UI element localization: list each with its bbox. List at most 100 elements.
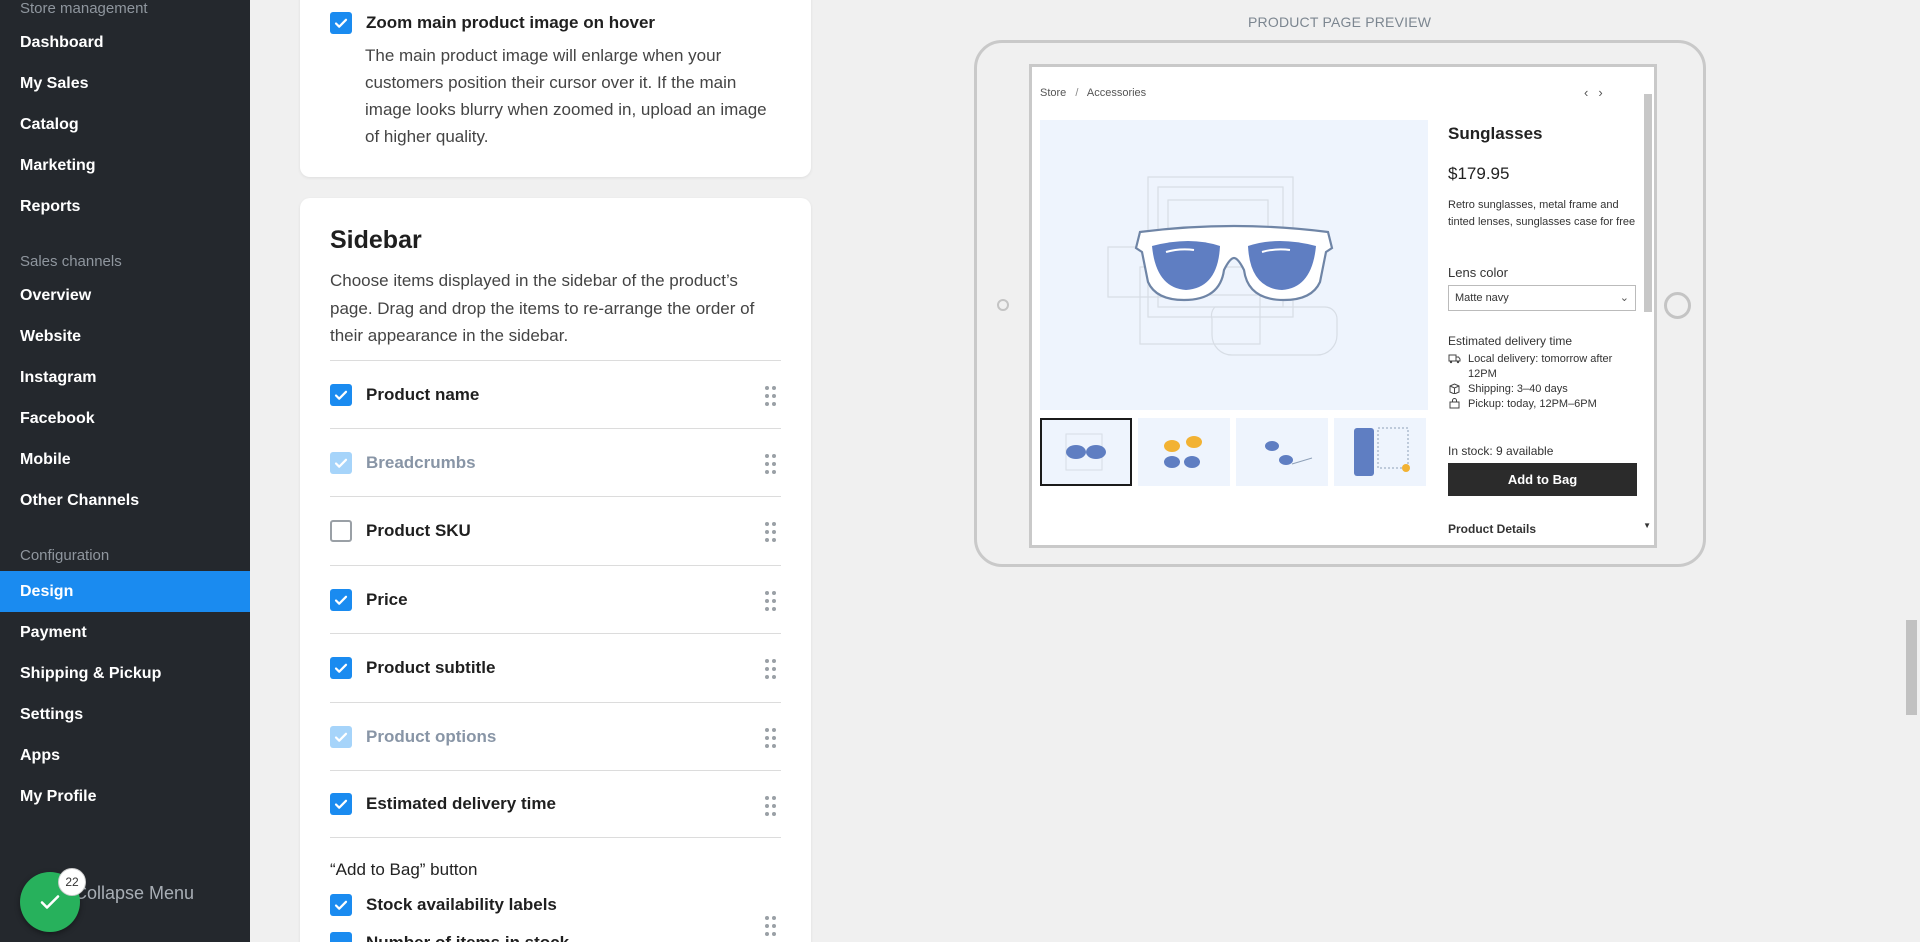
drag-handle-icon[interactable] (765, 386, 777, 406)
delivery-shipping: Shipping: 3–40 days (1448, 382, 1638, 397)
items-in-stock-checkbox[interactable] (330, 932, 352, 942)
product-name-checkbox[interactable] (330, 383, 352, 406)
page-scrollbar-thumb[interactable] (1906, 620, 1917, 715)
preview-breadcrumb: Store / Accessories (1040, 87, 1146, 99)
drag-handle-icon[interactable] (765, 728, 777, 748)
delivery-shipping-text: Shipping: 3–40 days (1468, 383, 1568, 395)
items-in-stock-row[interactable]: Number of items in stock (330, 932, 569, 942)
prev-arrow-icon[interactable]: ‹ (1584, 85, 1598, 100)
sidebar-item-website[interactable]: Website (0, 316, 250, 357)
lens-color-value: Matte navy (1455, 292, 1509, 304)
delivery-pickup-text: Pickup: today, 12PM–6PM (1468, 398, 1597, 410)
drag-handle-icon[interactable] (765, 454, 777, 474)
product-name: Sunglasses (1448, 124, 1543, 143)
product-sku-checkbox[interactable] (330, 519, 352, 542)
sidebar-section-store-management: Store management (20, 0, 148, 17)
sunglasses-illustration-icon (1107, 176, 1338, 356)
zoom-checkbox[interactable] (330, 12, 352, 34)
sidebar-item-row-product-sku[interactable]: Product SKU (330, 496, 781, 564)
row-label: Breadcrumbs (366, 452, 476, 472)
drag-handle-icon[interactable] (765, 659, 777, 679)
row-label: Price (366, 589, 408, 609)
sidebar-section-configuration: Configuration (20, 547, 110, 564)
sidebar-item-my-sales[interactable]: My Sales (0, 63, 250, 104)
row-label: Number of items in stock (366, 933, 569, 942)
sidebar-item-overview[interactable]: Overview (0, 275, 250, 316)
sidebar-item-row-breadcrumbs[interactable]: Breadcrumbs (330, 428, 781, 496)
drag-handle-icon[interactable] (765, 522, 777, 542)
check-icon (334, 458, 348, 468)
thumbnail-4[interactable] (1334, 418, 1426, 486)
zoom-option-title: Zoom main product image on hover (366, 13, 656, 32)
zoom-option-card: Zoom main product image on hover The mai… (300, 0, 811, 177)
thumbnail-2[interactable] (1138, 418, 1230, 486)
sidebar-item-facebook[interactable]: Facebook (0, 398, 250, 439)
delivery-local-text: Local delivery: tomorrow after 12PM (1468, 353, 1613, 380)
sidebar-item-catalog[interactable]: Catalog (0, 104, 250, 145)
sidebar-item-design[interactable]: Design (0, 571, 250, 612)
product-subtitle-checkbox[interactable] (330, 656, 352, 679)
sidebar-item-apps[interactable]: Apps (0, 735, 250, 776)
box-icon (1449, 383, 1460, 394)
lens-color-select[interactable]: Matte navy ⌄ (1448, 285, 1636, 311)
next-arrow-icon[interactable]: › (1598, 85, 1612, 100)
sidebar-item-my-profile[interactable]: My Profile (0, 776, 250, 817)
drag-handle-icon[interactable] (765, 916, 777, 936)
tablet-preview-frame: Store / Accessories ‹› Sunglasses $179.9… (974, 40, 1706, 567)
sidebar-item-row-product-subtitle[interactable]: Product subtitle (330, 633, 781, 701)
check-icon (334, 732, 348, 742)
estimated-delivery-checkbox[interactable] (330, 793, 352, 815)
sidebar-item-dashboard[interactable]: Dashboard (0, 22, 250, 63)
row-label: Product subtitle (366, 657, 496, 677)
collapse-menu-button[interactable]: Collapse Menu (74, 883, 194, 904)
preview-nav-arrows[interactable]: ‹› (1584, 85, 1613, 100)
drag-handle-icon[interactable] (765, 591, 777, 611)
check-icon (334, 663, 348, 673)
sidebar-item-row-estimated-delivery[interactable]: Estimated delivery time (330, 770, 781, 838)
home-button-icon (1664, 292, 1691, 319)
preview-scrollbar[interactable] (1644, 94, 1652, 312)
breadcrumbs-checkbox (330, 451, 352, 474)
sidebar-item-payment[interactable]: Payment (0, 612, 250, 653)
page-scrollbar[interactable] (1903, 0, 1920, 942)
notifications-button[interactable]: 22 (20, 868, 86, 932)
add-to-bag-button[interactable]: Add to Bag (1448, 463, 1637, 496)
check-icon (334, 900, 348, 910)
sidebar-item-row-product-name[interactable]: Product name (330, 360, 781, 428)
sidebar-item-mobile[interactable]: Mobile (0, 439, 250, 480)
product-details-heading: Product Details (1448, 522, 1537, 536)
sunglasses-side-thumbnail-icon (1265, 441, 1313, 465)
stock-label: In stock: 9 available (1448, 444, 1554, 458)
sidebar-item-row-price[interactable]: Price (330, 565, 781, 633)
stock-labels-checkbox[interactable] (330, 894, 352, 916)
sidebar-settings-title: Sidebar (330, 226, 422, 254)
sidebar-item-reports[interactable]: Reports (0, 186, 250, 227)
thumbnail-3[interactable] (1236, 418, 1328, 486)
sidebar-settings-card: Sidebar Choose items displayed in the si… (300, 198, 811, 942)
breadcrumb-store[interactable]: Store (1040, 87, 1066, 99)
product-main-image[interactable] (1040, 120, 1428, 410)
sidebar-item-marketing[interactable]: Marketing (0, 145, 250, 186)
truck-icon (1448, 354, 1461, 364)
row-label: Product name (366, 384, 480, 404)
sidebar-item-shipping-pickup[interactable]: Shipping & Pickup (0, 653, 250, 694)
thumbnail-1[interactable] (1040, 418, 1132, 486)
sidebar-item-row-product-options[interactable]: Product options (330, 702, 781, 770)
preview-screen: Store / Accessories ‹› Sunglasses $179.9… (1029, 64, 1657, 548)
breadcrumb-separator: / (1075, 87, 1079, 99)
sidebar-item-instagram[interactable]: Instagram (0, 357, 250, 398)
sidebar-item-other-channels[interactable]: Other Channels (0, 480, 250, 521)
sunglasses-pair-thumbnail-icon (1164, 436, 1202, 468)
breadcrumb-accessories[interactable]: Accessories (1087, 87, 1146, 99)
drag-handle-icon[interactable] (765, 796, 777, 816)
sunglasses-case-thumbnail-icon (1354, 427, 1410, 476)
price-checkbox[interactable] (330, 588, 352, 611)
check-icon (334, 390, 348, 400)
sidebar-item-settings[interactable]: Settings (0, 694, 250, 735)
camera-icon (997, 299, 1009, 311)
product-price: $179.95 (1448, 164, 1510, 183)
check-icon (334, 799, 348, 809)
scroll-down-arrow-icon[interactable]: ▼ (1643, 521, 1651, 530)
product-description: Retro sunglasses, metal frame and tinted… (1448, 199, 1636, 228)
stock-labels-row[interactable]: Stock availability labels (330, 894, 557, 916)
